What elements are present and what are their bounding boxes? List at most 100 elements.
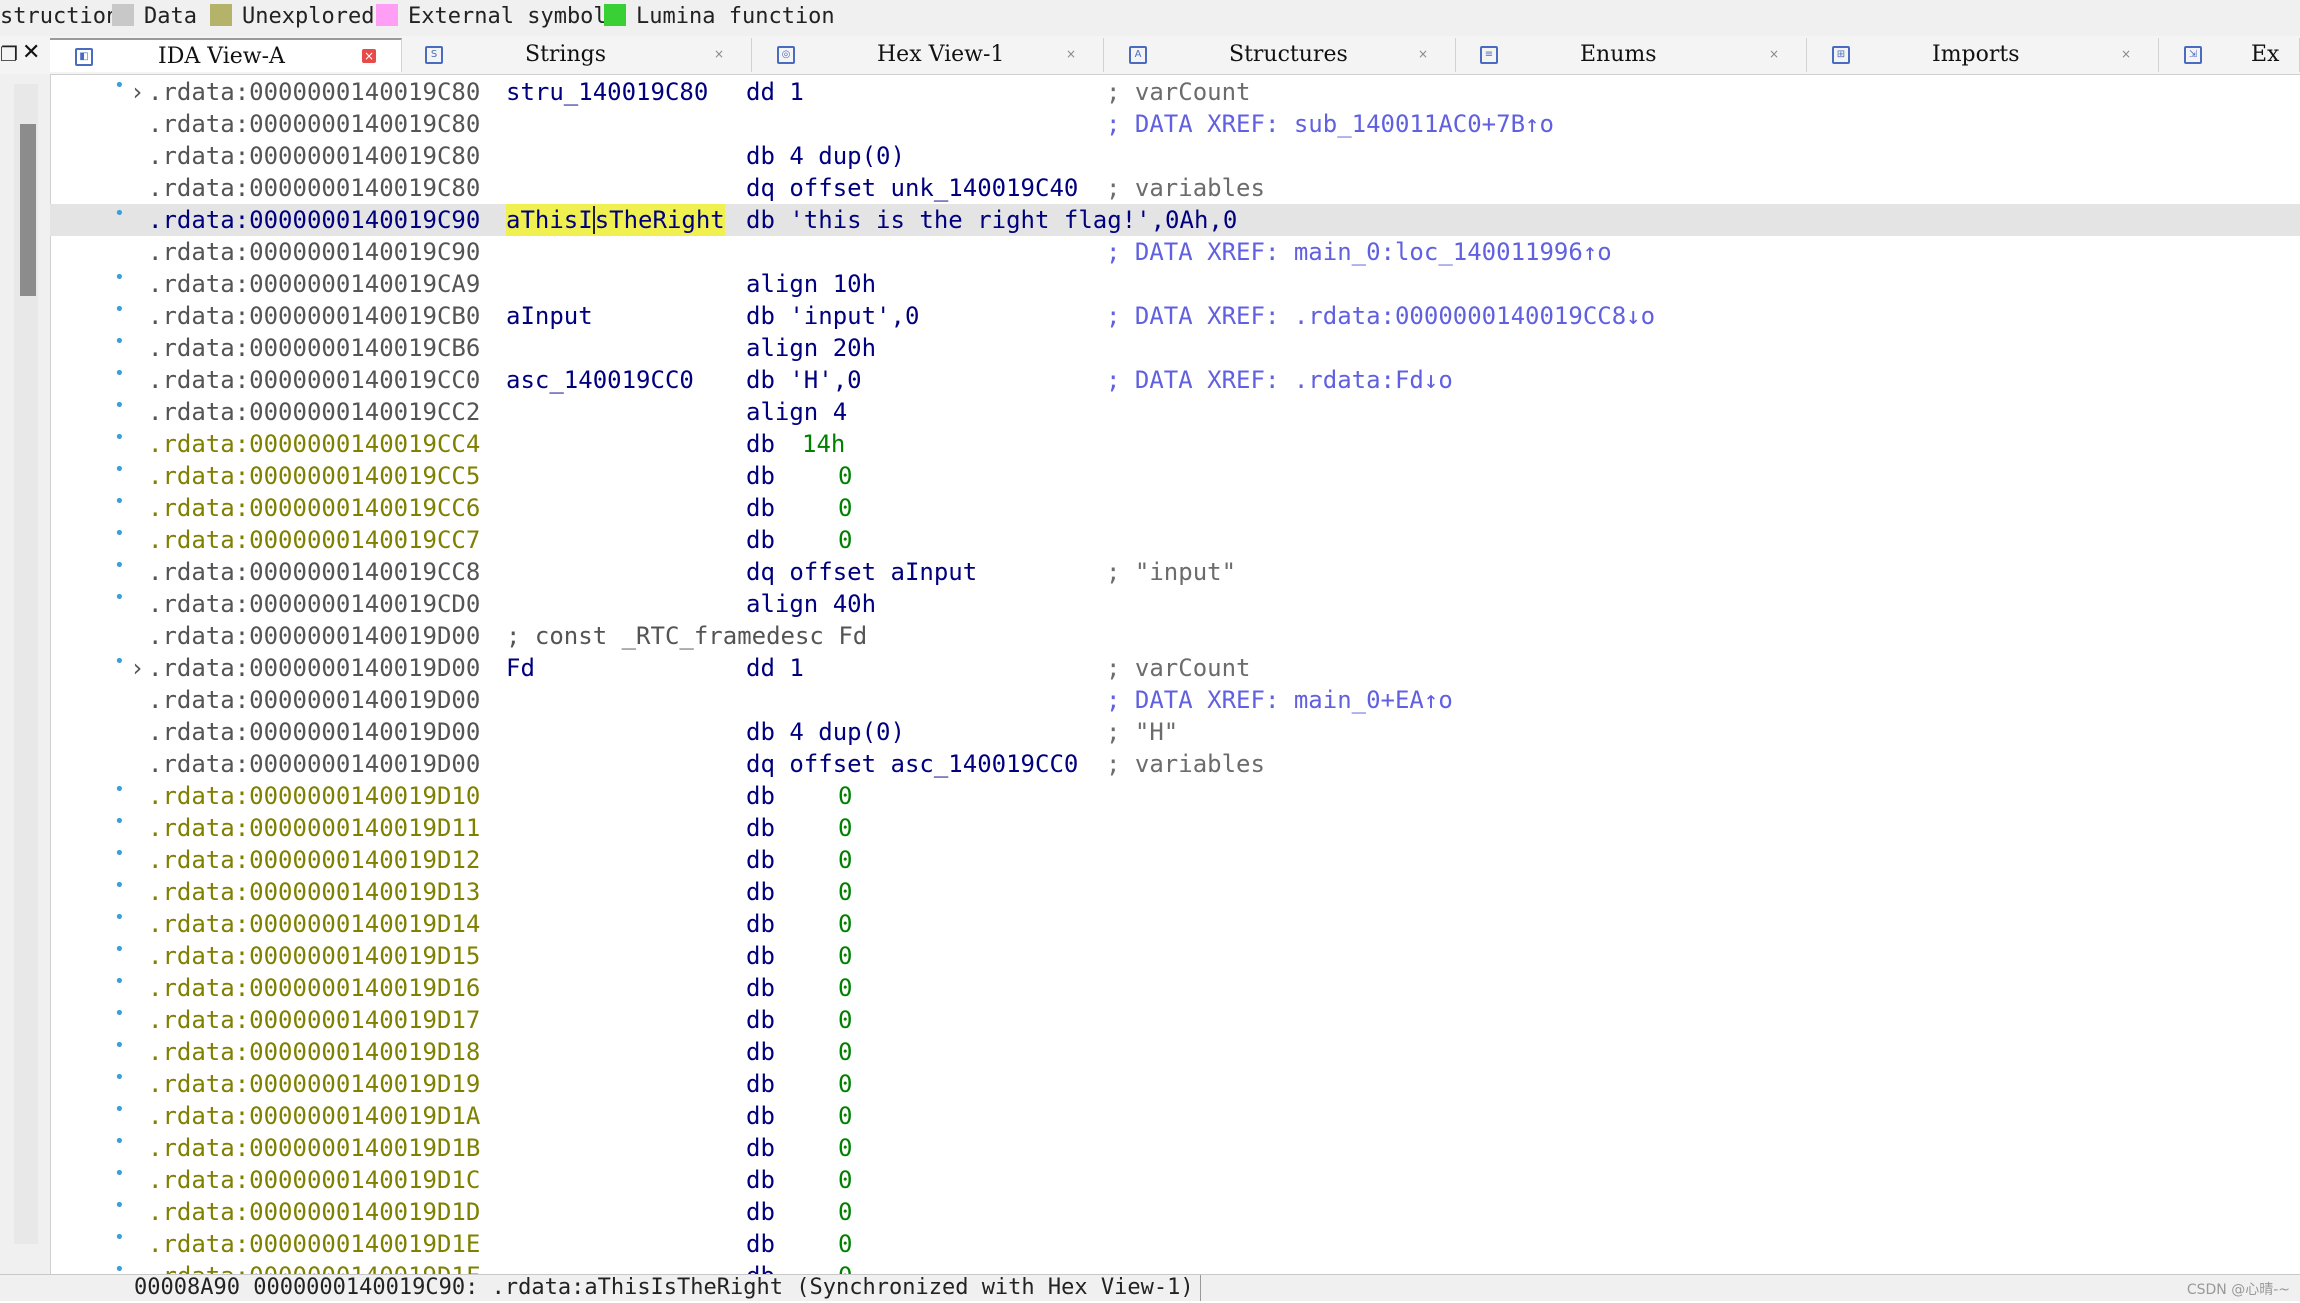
breakpoint-dot-icon[interactable]: • [114,1222,125,1254]
listing-row[interactable]: • .rdata:0000000140019D1B db 0 [50,1131,2300,1164]
breakpoint-dot-icon[interactable]: • [114,934,125,966]
tab-ex[interactable]: ⇲ Ex [2159,38,2300,72]
listing-row[interactable]: • .rdata:0000000140019CC7 db 0 [50,523,2300,556]
listing-row[interactable]: .rdata:0000000140019C80 db 4 dup(0) [50,140,2300,172]
breakpoint-dot-icon[interactable]: • [114,454,125,486]
tab-close-icon[interactable]: × [2119,47,2133,61]
breakpoint-dot-icon[interactable]: • [114,998,125,1030]
row-operand[interactable]: 4 dup(0) [789,718,905,746]
listing-row[interactable]: • .rdata:0000000140019CB6 align 20h [50,331,2300,364]
listing-row[interactable]: • .rdata:0000000140019CD0 align 40h [50,587,2300,620]
breakpoint-dot-icon[interactable]: • [114,1062,125,1094]
listing-row[interactable]: • .rdata:0000000140019C90 aThisIsTheRight d… [50,203,2300,236]
row-operand[interactable]: 10h [833,270,876,298]
breakpoint-dot-icon[interactable]: • [114,390,125,422]
listing-row[interactable]: • .rdata:0000000140019D15 db 0 [50,939,2300,972]
breakpoint-dot-icon[interactable]: • [114,774,125,806]
breakpoint-dot-icon[interactable]: • [114,806,125,838]
tab-structures[interactable]: A Structures × [1104,38,1456,72]
row-operand[interactable]: 1 [789,654,803,682]
row-xref-comment[interactable]: ; DATA XREF: main_0:loc_140011996↑o [1106,236,1612,268]
close-pane-icon[interactable]: ✕ [22,40,40,65]
listing-row[interactable]: • .rdata:0000000140019D12 db 0 [50,843,2300,876]
tab-hex-view-1[interactable]: ◎ Hex View-1 × [752,38,1104,72]
breakpoint-dot-icon[interactable]: • [114,518,125,550]
breakpoint-dot-icon[interactable]: • [114,1254,125,1274]
breakpoint-dot-icon[interactable]: • [114,838,125,870]
listing-row[interactable]: • .rdata:0000000140019D14 db 0 [50,907,2300,940]
breakpoint-dot-icon[interactable]: • [114,646,125,678]
listing-row[interactable]: .rdata:0000000140019C90 ; DATA XREF: main… [50,236,2300,268]
row-operand[interactable]: 40h [833,590,876,618]
vertical-scrollbar[interactable] [14,84,38,1244]
tab-close-icon[interactable]: × [712,47,726,61]
breakpoint-dot-icon[interactable]: • [114,422,125,454]
breakpoint-dot-icon[interactable]: • [114,1158,125,1190]
listing-row[interactable]: • › .rdata:0000000140019D00 Fd dd 1; varCoun… [50,651,2300,684]
listing-row[interactable]: .rdata:0000000140019C80 ; DATA XREF: sub_… [50,108,2300,140]
row-xref-comment[interactable]: ; DATA XREF: .rdata:Fd↓o [1106,364,1453,396]
breakpoint-dot-icon[interactable]: • [114,870,125,902]
row-label[interactable]: aThisIsTheRight [506,204,725,236]
listing-row[interactable]: • .rdata:0000000140019D11 db 0 [50,811,2300,844]
breakpoint-dot-icon[interactable]: • [114,902,125,934]
listing-row[interactable]: •.rdata:0000000140019D1Fdb0 [50,1259,2300,1274]
breakpoint-dot-icon[interactable]: • [114,486,125,518]
listing-row[interactable]: • .rdata:0000000140019D1E db 0 [50,1227,2300,1260]
listing-row[interactable]: • .rdata:0000000140019D13 db 0 [50,875,2300,908]
row-xref-comment[interactable]: ; DATA XREF: sub_140011AC0+7B↑o [1106,108,1554,140]
listing-row[interactable]: • .rdata:0000000140019CC8 dq offset aInput… [50,555,2300,588]
tab-close-icon[interactable]: × [1416,47,1430,61]
breakpoint-dot-icon[interactable]: • [114,294,125,326]
listing-row[interactable]: .rdata:0000000140019D00 dq offset asc_140… [50,748,2300,780]
row-label[interactable]: aInput [506,300,593,332]
tab-close-icon[interactable]: × [362,49,376,63]
breakpoint-dot-icon[interactable]: • [114,198,125,230]
tab-close-icon[interactable]: × [1767,47,1781,61]
breakpoint-dot-icon[interactable]: • [114,326,125,358]
listing-row[interactable]: • .rdata:0000000140019CC4 db 14h [50,427,2300,460]
listing-row[interactable]: • .rdata:0000000140019CC2 align 4 [50,395,2300,428]
row-operand[interactable]: offset asc_140019CC0 [789,750,1078,778]
listing-row[interactable]: • .rdata:0000000140019D1D db 0 [50,1195,2300,1228]
row-operand[interactable]: offset unk_140019C40 [789,174,1078,202]
disassembly-listing[interactable]: • › .rdata:0000000140019C80 stru_140019C80 d… [50,74,2300,1274]
listing-row[interactable]: .rdata:0000000140019C80 dq offset unk_140… [50,172,2300,204]
row-operand[interactable]: 20h [833,334,876,362]
breakpoint-dot-icon[interactable]: • [114,550,125,582]
row-operand[interactable]: offset aInput [789,558,977,586]
listing-row[interactable]: • .rdata:0000000140019D1A db 0 [50,1099,2300,1132]
listing-row[interactable]: • .rdata:0000000140019D16 db 0 [50,971,2300,1004]
listing-row[interactable]: • .rdata:0000000140019D18 db 0 [50,1035,2300,1068]
listing-row[interactable]: • .rdata:0000000140019D10 db 0 [50,779,2300,812]
breakpoint-dot-icon[interactable]: • [114,966,125,998]
tab-strings[interactable]: S Strings × [400,38,752,72]
row-operand[interactable]: 'H',0 [789,366,861,394]
listing-row[interactable]: • .rdata:0000000140019D1C db 0 [50,1163,2300,1196]
row-label[interactable]: asc_140019CC0 [506,364,694,396]
tab-imports[interactable]: ⊞ Imports × [1807,38,2159,72]
row-label[interactable]: stru_140019C80 [506,76,708,108]
breakpoint-dot-icon[interactable]: • [114,1190,125,1222]
breakpoint-dot-icon[interactable]: • [114,74,125,102]
listing-row[interactable]: • .rdata:0000000140019CC5 db 0 [50,459,2300,492]
tab-enums[interactable]: ≡ Enums × [1455,38,1807,72]
row-operand[interactable]: 4 [833,398,847,426]
breakpoint-dot-icon[interactable]: • [114,1030,125,1062]
listing-row[interactable]: • .rdata:0000000140019CB0 aInput db 'input'… [50,299,2300,332]
row-xref-comment[interactable]: ; DATA XREF: main_0+EA↑o [1106,684,1453,716]
listing-row[interactable]: • .rdata:0000000140019CA9 align 10h [50,267,2300,300]
breakpoint-dot-icon[interactable]: • [114,358,125,390]
breakpoint-dot-icon[interactable]: • [114,262,125,294]
listing-row[interactable]: • .rdata:0000000140019D19 db 0 [50,1067,2300,1100]
expand-arrow-icon[interactable]: › [130,76,144,108]
listing-row[interactable]: • › .rdata:0000000140019C80 stru_140019C80 d… [50,74,2300,108]
row-xref-comment[interactable]: ; DATA XREF: .rdata:0000000140019CC8↓o [1106,300,1655,332]
row-operand[interactable]: 'this is the right flag!',0Ah,0 [789,206,1237,234]
scrollbar-thumb[interactable] [20,124,36,296]
listing-row[interactable]: .rdata:0000000140019D00 db 4 dup(0) ; "H" [50,716,2300,748]
listing-row[interactable]: • .rdata:0000000140019D17 db 0 [50,1003,2300,1036]
tab-close-icon[interactable]: × [1064,47,1078,61]
row-operand[interactable]: 'input',0 [789,302,919,330]
expand-arrow-icon[interactable]: › [130,652,144,684]
